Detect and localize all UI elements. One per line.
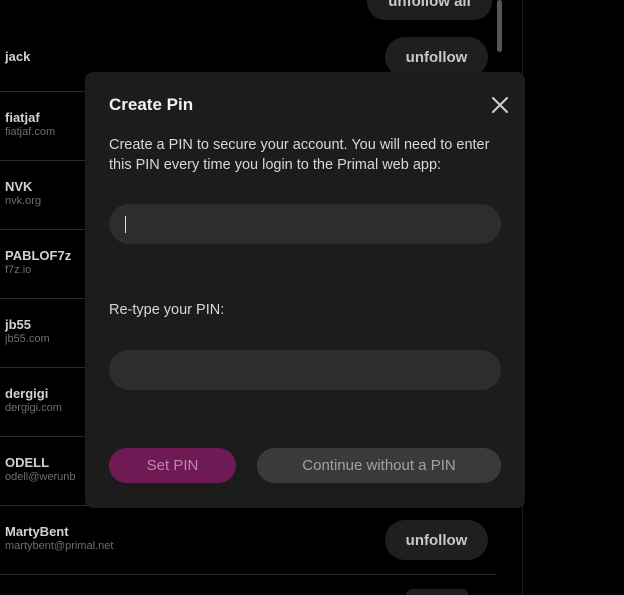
user-name: fiatjaf — [5, 110, 40, 125]
user-name: NVK — [5, 179, 33, 194]
pin-input[interactable] — [109, 204, 501, 244]
unfollow-button[interactable]: unfollow — [385, 37, 488, 77]
unfollow-all-button[interactable]: unfollow all — [367, 0, 492, 20]
pin-field-wrapper — [109, 204, 501, 244]
user-nip05: fiatjaf.com — [5, 126, 56, 138]
user-nip05: f7z.io — [5, 264, 32, 276]
modal-title: Create Pin — [109, 95, 194, 114]
user-name: MartyBent — [5, 524, 69, 539]
list-item: MartyBent martybent@primal.net unfollow — [0, 506, 496, 575]
modal-description: Create a PIN to secure your account. You… — [109, 137, 490, 173]
user-nip05: odell@werunb — [5, 471, 76, 483]
user-nip05: dergigi.com — [5, 402, 62, 414]
retype-pin-input[interactable] — [109, 350, 501, 390]
app-screen: unfollow all jack unfollow fiatjaf fiatj… — [0, 0, 624, 595]
scrollbar-thumb[interactable] — [497, 0, 502, 52]
user-nip05: jb55.com — [5, 333, 50, 345]
user-name: dergigi — [5, 386, 49, 401]
user-name: jack — [5, 49, 31, 64]
set-pin-button[interactable]: Set PIN — [109, 448, 236, 483]
user-nip05: martybent@primal.net — [5, 540, 114, 552]
close-button[interactable] — [489, 94, 511, 116]
text-caret — [125, 216, 126, 233]
user-nip05: nvk.org — [5, 195, 42, 207]
unfollow-button[interactable]: unfollow — [385, 520, 488, 560]
unfollow-button-partial[interactable] — [406, 589, 468, 595]
user-name: ODELL — [5, 455, 50, 470]
close-icon — [492, 97, 508, 113]
create-pin-modal: Create Pin Create a PIN to secure your a… — [85, 72, 525, 508]
user-name: jb55 — [5, 317, 32, 332]
continue-without-pin-button[interactable]: Continue without a PIN — [257, 448, 501, 483]
user-name: PABLOF7z — [5, 248, 72, 263]
retype-pin-label: Re-type your PIN: — [109, 302, 225, 318]
